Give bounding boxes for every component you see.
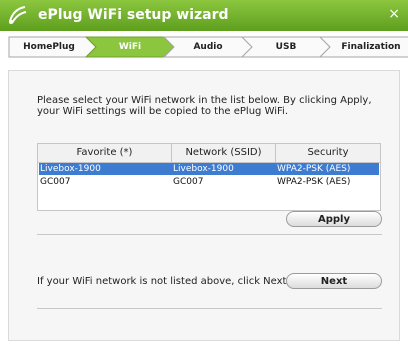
divider [37, 308, 382, 309]
row-security: WPA2-PSK (AES) [277, 177, 351, 187]
step-navigation: HomePlug WiFi Audio USB Finalization [8, 36, 408, 58]
next-button[interactable]: Next [286, 273, 382, 289]
column-favorite[interactable]: Favorite (*) [38, 144, 171, 162]
table-header: Favorite (*) Network (SSID) Security [38, 144, 380, 163]
step-usb[interactable]: USB [252, 36, 320, 58]
column-security[interactable]: Security [276, 144, 380, 162]
step-homeplug[interactable]: HomePlug [12, 36, 86, 58]
wizard-window: ePlug WiFi setup wizard × HomePlug WiFi … [0, 0, 408, 359]
divider [37, 234, 382, 235]
column-network-ssid[interactable]: Network (SSID) [172, 144, 275, 162]
window-title: ePlug WiFi setup wizard [38, 7, 229, 23]
table-row[interactable]: Livebox-1900 Livebox-1900 WPA2-PSK (AES) [39, 163, 379, 175]
title-bar: ePlug WiFi setup wizard × [0, 0, 408, 31]
wifi-network-table: Favorite (*) Network (SSID) Security Liv… [37, 143, 381, 211]
row-favorite: GC007 [40, 177, 71, 187]
row-security: WPA2-PSK (AES) [277, 164, 351, 174]
step-finalization[interactable]: Finalization [330, 36, 408, 58]
row-ssid: Livebox-1900 [173, 164, 234, 174]
row-favorite: Livebox-1900 [40, 164, 101, 174]
close-icon[interactable]: × [388, 6, 400, 22]
step-wifi[interactable]: WiFi [96, 36, 164, 58]
content-panel: Please select your WiFi network in the l… [8, 70, 400, 341]
step-audio[interactable]: Audio [174, 36, 242, 58]
apply-button[interactable]: Apply [286, 211, 382, 227]
table-row[interactable]: GC007 GC007 WPA2-PSK (AES) [39, 176, 379, 188]
eplug-logo-icon [9, 6, 27, 24]
next-hint-text: If your WiFi network is not listed above… [37, 276, 290, 287]
row-ssid: GC007 [173, 177, 204, 187]
intro-text: Please select your WiFi network in the l… [37, 95, 372, 117]
